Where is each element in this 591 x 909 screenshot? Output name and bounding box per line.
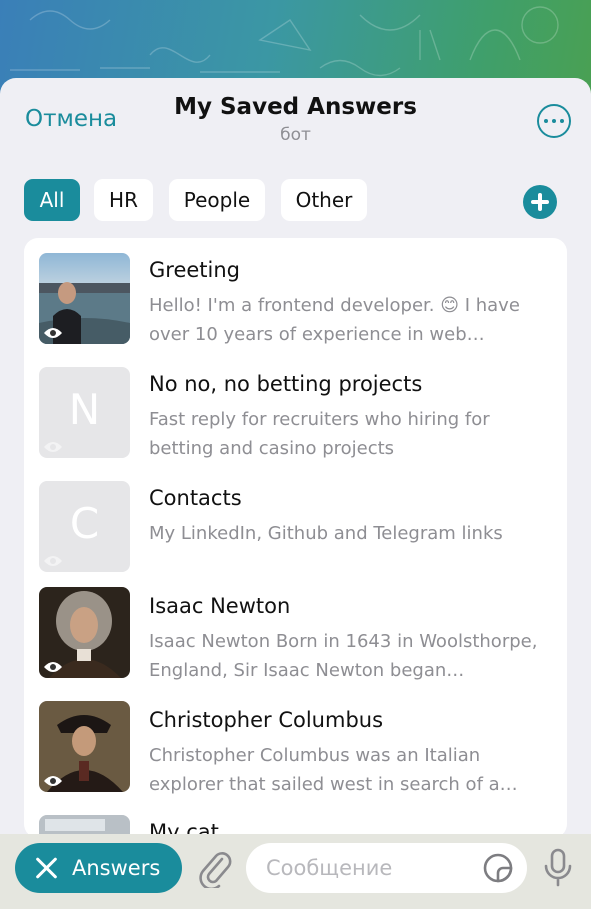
page-subtitle: бот [280, 125, 311, 145]
eye-icon [44, 556, 62, 566]
eye-icon [44, 662, 62, 672]
answer-description: Isaac Newton Born in 1643 in Woolsthorpe… [149, 631, 538, 681]
answer-thumbnail [39, 701, 130, 792]
tab-people[interactable]: People [169, 179, 265, 221]
answer-description: Hello! I'm a frontend developer. 😊 I hav… [149, 295, 520, 345]
tab-other[interactable]: Other [281, 179, 367, 221]
list-item[interactable]: Greeting Hello! I'm a frontend developer… [24, 238, 567, 353]
answer-thumbnail: C [39, 481, 130, 572]
answer-description: Christopher Columbus was an Italian expl… [149, 745, 518, 795]
thumbnail-letter: C [69, 499, 100, 548]
thumbnail-letter: N [68, 385, 101, 434]
list-item[interactable]: C Contacts My LinkedIn, Github and Teleg… [24, 467, 567, 573]
eye-icon [44, 442, 62, 452]
answer-description: My LinkedIn, Github and Telegram links [149, 523, 503, 544]
more-options-icon[interactable] [537, 104, 571, 138]
answer-thumbnail: N [39, 367, 130, 458]
answer-title: Contacts [149, 486, 242, 510]
answers-toggle-button[interactable]: Answers [15, 843, 182, 893]
answer-title: No no, no betting projects [149, 372, 423, 396]
list-item[interactable]: Christopher Columbus Christopher Columbu… [24, 687, 567, 801]
tab-hr[interactable]: HR [94, 179, 153, 221]
answers-list: Greeting Hello! I'm a frontend developer… [24, 238, 567, 838]
bottom-sheet: Отмена My Saved Answers бот All HR Peopl… [0, 78, 591, 909]
answer-title: Isaac Newton [149, 594, 291, 618]
paperclip-icon[interactable] [198, 850, 232, 888]
answer-description: Fast reply for recruiters who hiring for… [149, 409, 490, 459]
close-icon [35, 856, 59, 880]
eye-icon [44, 776, 62, 786]
microphone-icon[interactable] [543, 848, 573, 888]
tab-all[interactable]: All [24, 179, 80, 221]
sticker-icon[interactable] [482, 852, 514, 884]
answer-title: Christopher Columbus [149, 708, 384, 732]
list-item[interactable]: N No no, no betting projects Fast reply … [24, 353, 567, 467]
eye-icon [44, 328, 62, 338]
list-item[interactable]: Isaac Newton Isaac Newton Born in 1643 i… [24, 573, 567, 687]
list-item[interactable]: My cat [24, 801, 567, 838]
sheet-header: Отмена My Saved Answers бот [0, 78, 591, 168]
answer-thumbnail [39, 587, 130, 678]
add-answer-icon[interactable] [523, 185, 557, 219]
answers-button-label: Answers [72, 856, 161, 880]
answer-title: Greeting [149, 258, 240, 282]
answer-thumbnail [39, 253, 130, 344]
category-tabs: All HR People Other [24, 179, 567, 223]
composer-bar: Answers [0, 834, 591, 909]
page-title: My Saved Answers [174, 94, 417, 120]
